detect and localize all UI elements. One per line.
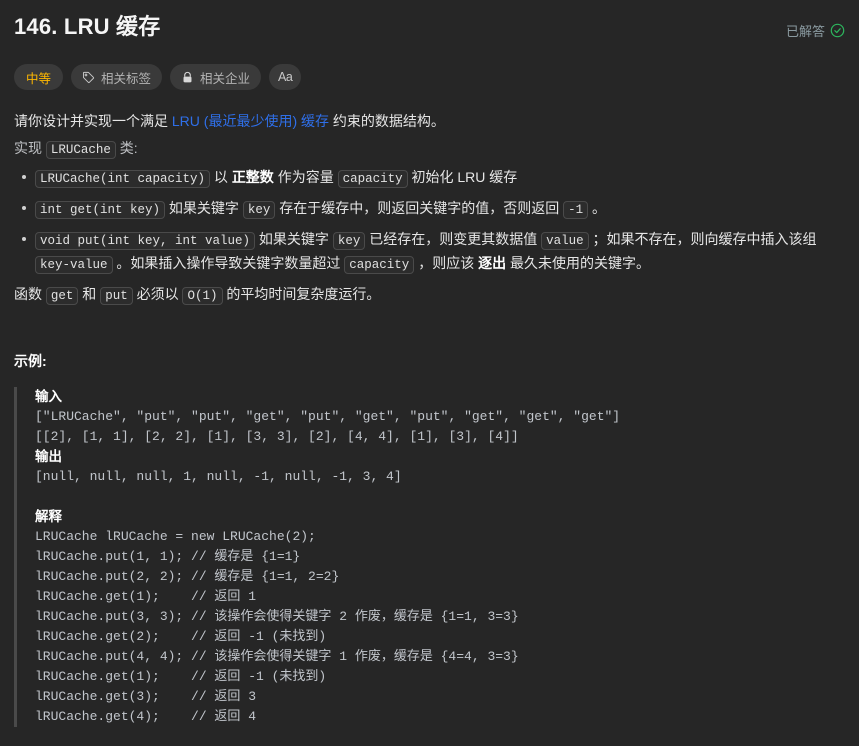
status-badge: 已解答 [786,21,845,40]
tag-icon [82,71,95,84]
complexity-text-6: 的平均时间复杂度运行。 [222,286,381,302]
bullet-2-code-4: value [541,232,589,250]
lock-icon [181,71,194,84]
problem-description: 请你设计并实现一个满足 LRU (最近最少使用) 缓存 约束的数据结构。 实现 … [14,110,845,307]
difficulty-badge[interactable]: 中等 [14,64,64,90]
example-input-label: 输入 [35,389,62,404]
bullet-2-code-2: key [332,232,366,250]
lead-text-before: 请你设计并实现一个满足 [14,113,172,129]
example-explain-value: LRUCache lRUCache = new LRUCache(2); lRU… [35,529,519,724]
example-explain-label: 解释 [35,509,62,524]
bullet-2-text-5: ；如果不存在，则向缓存中插入该组 [588,231,817,247]
meta-row: 中等 相关标签 相关企业 Aa [14,64,845,90]
complexity-text-0: 函数 [14,286,46,302]
example-output-label: 输出 [35,449,62,464]
method-list: LRUCache(int capacity) 以 正整数 作为容量 capaci… [14,166,845,276]
topics-label: 相关标签 [101,71,152,86]
example-input-value: ["LRUCache", "put", "put", "get", "put",… [35,409,621,444]
page-title: 146. LRU 缓存 [14,14,161,39]
bullet-2-text-3: 已经存在，则变更其数据值 [365,231,542,247]
example-block: 输入 ["LRUCache", "put", "put", "get", "pu… [14,387,845,727]
bullet-1-text-3: 存在于缓存中，则返回关键字的值，否则返回 [275,200,564,216]
complexity-code-1: get [45,287,79,305]
font-size-button[interactable]: Aa [269,64,302,90]
companies-label: 相关企业 [200,71,251,86]
complexity-text-2: 和 [78,286,101,302]
bullet-0-code-0: LRUCache(int capacity) [35,170,211,188]
font-size-icon: Aa [278,70,293,84]
lru-wiki-link[interactable]: LRU (最近最少使用) 缓存 [172,113,329,129]
bullet-2-text-7: 。如果插入操作导致关键字数量超过 [112,255,345,271]
bullet-0-text-3: 作为容量 [273,169,338,185]
method-list-item: int get(int key) 如果关键字 key 存在于缓存中，则返回关键字… [22,197,845,221]
complexity-text-4: 必须以 [132,286,183,302]
bullet-2-code-0: void put(int key, int value) [35,232,256,250]
complexity-note: 函数 get 和 put 必须以 O(1) 的平均时间复杂度运行。 [14,283,845,307]
status-label: 已解答 [785,24,825,39]
bullet-2-text-1: 如果关键字 [255,231,333,247]
bullet-1-code-0: int get(int key) [35,201,166,219]
check-circle-icon [830,23,845,38]
bullet-2-emphasis-10: 逐出 [478,255,507,271]
difficulty-label: 中等 [26,71,52,86]
bullet-1-code-2: key [242,201,276,219]
bullet-0-emphasis-2: 正整数 [231,169,274,185]
example-spacer [35,487,845,507]
method-list-item: LRUCache(int capacity) 以 正整数 作为容量 capaci… [22,166,845,190]
complexity-code-5: O(1) [182,287,223,305]
implement-text-before: 实现 [14,140,46,156]
bullet-0-text-1: 以 [210,169,232,185]
example-output-value: [null, null, null, 1, null, -1, null, -1… [35,469,402,484]
code-lrucache-class: LRUCache [45,141,116,159]
lead-text-after: 约束的数据结构。 [329,113,445,129]
method-list-item: void put(int key, int value) 如果关键字 key 已… [22,228,845,276]
description-lead: 请你设计并实现一个满足 LRU (最近最少使用) 缓存 约束的数据结构。 [14,110,845,132]
bullet-1-text-5: 。 [588,200,607,216]
title-row: 146. LRU 缓存 已解答 [14,0,845,42]
bullet-1-code-4: -1 [563,201,589,219]
bullet-0-code-4: capacity [337,170,408,188]
bullet-2-text-9: ，则应该 [414,255,479,271]
bullet-0-text-5: 初始化 LRU 缓存 [407,169,518,185]
bullet-2-text-11: 最久未使用的关键字。 [506,255,650,271]
problem-page: 146. LRU 缓存 已解答 中等 相关标签 相关企业 Aa 请你设计并实现一… [0,0,859,746]
example-heading: 示例: [14,353,47,369]
description-implement: 实现 LRUCache 类: [14,137,845,161]
companies-button[interactable]: 相关企业 [170,64,262,90]
topics-button[interactable]: 相关标签 [71,64,163,90]
complexity-code-3: put [100,287,133,305]
bullet-2-code-8: capacity [344,256,415,274]
bullet-2-code-6: key-value [35,256,113,274]
implement-text-after: 类: [115,140,138,156]
bullet-1-text-1: 如果关键字 [165,200,243,216]
